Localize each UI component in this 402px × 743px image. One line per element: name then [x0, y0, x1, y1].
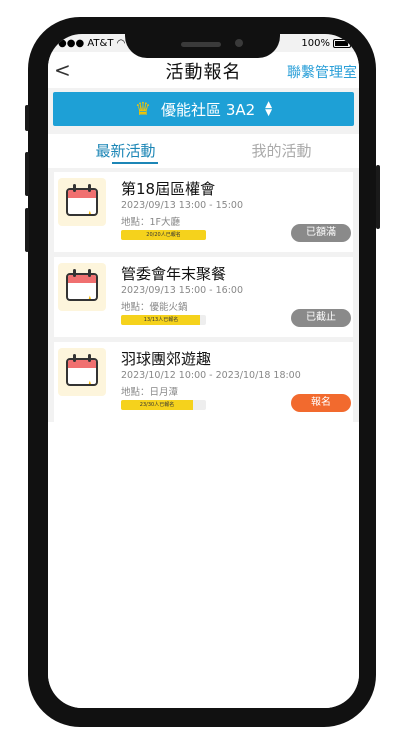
calendar-star-icon: ★	[58, 348, 106, 396]
capacity-bar: 23/30人已報名	[121, 400, 206, 410]
front-camera	[235, 39, 243, 47]
carrier: ●●● AT&T ◠	[58, 38, 126, 49]
sort-updown-icon: ▲ ▼	[265, 100, 273, 118]
event-location: 地點：1F大廳	[121, 217, 181, 228]
event-card[interactable]: ★ 羽球團郊遊趣 2023/10/12 10:00 - 2023/10/18 1…	[54, 342, 353, 422]
wifi-icon: ◠	[116, 38, 126, 49]
battery-status: 100%	[301, 38, 351, 49]
calendar-star-icon: ★	[58, 178, 106, 226]
full-button[interactable]: 已額滿	[291, 224, 351, 242]
register-button[interactable]: 報名	[291, 394, 351, 412]
carrier-text: AT&T	[87, 38, 114, 49]
tab-bar: 最新活動 我的活動	[48, 134, 359, 168]
battery-percent: 100%	[301, 38, 330, 49]
event-location: 地點：日月潭	[121, 387, 179, 398]
community-selector[interactable]: ♛ 優能社區 3A2 ▲ ▼	[53, 92, 354, 126]
event-title: 管委會年末聚餐	[121, 265, 227, 283]
crown-icon: ♛	[134, 98, 152, 120]
mute-switch	[25, 105, 29, 131]
volume-up-button	[25, 152, 29, 196]
contact-management-link[interactable]: 聯繫管理室	[287, 62, 357, 82]
community-name: 優能社區 3A2	[161, 100, 256, 119]
empty-list-area	[48, 422, 359, 708]
closed-button[interactable]: 已截止	[291, 309, 351, 327]
capacity-text: 13/13人已報名	[143, 317, 179, 323]
event-card[interactable]: ★ 管委會年末聚餐 2023/09/13 15:00 - 16:00 地點：優能…	[54, 257, 353, 337]
speaker	[181, 42, 221, 47]
event-title: 羽球團郊遊趣	[121, 350, 212, 368]
event-time: 2023/09/13 15:00 - 16:00	[121, 285, 243, 296]
calendar-star-icon: ★	[58, 263, 106, 311]
volume-down-button	[25, 208, 29, 252]
event-title: 第18屆區權會	[121, 180, 216, 198]
event-card[interactable]: ★ 第18屆區權會 2023/09/13 13:00 - 15:00 地點：1F…	[54, 172, 353, 252]
event-location: 地點：優能火鍋	[121, 302, 188, 313]
capacity-bar: 20/20人已報名	[121, 230, 206, 240]
event-time: 2023/09/13 13:00 - 15:00	[121, 200, 243, 211]
screen: ●●● AT&T ◠ 100% < 活動報名 聯繫管理室 ♛ 優能社區 3A2 …	[48, 34, 359, 708]
event-time: 2023/10/12 10:00 - 2023/10/18 18:00	[121, 370, 301, 381]
capacity-bar: 13/13人已報名	[121, 315, 206, 325]
capacity-text: 20/20人已報名	[146, 232, 181, 238]
power-button	[376, 165, 380, 229]
notch	[125, 18, 280, 58]
capacity-text: 23/30人已報名	[139, 402, 175, 408]
active-tab-indicator	[112, 162, 158, 164]
tab-latest-events[interactable]: 最新活動	[48, 140, 203, 161]
tab-my-events[interactable]: 我的活動	[204, 140, 359, 161]
battery-icon	[333, 39, 351, 48]
